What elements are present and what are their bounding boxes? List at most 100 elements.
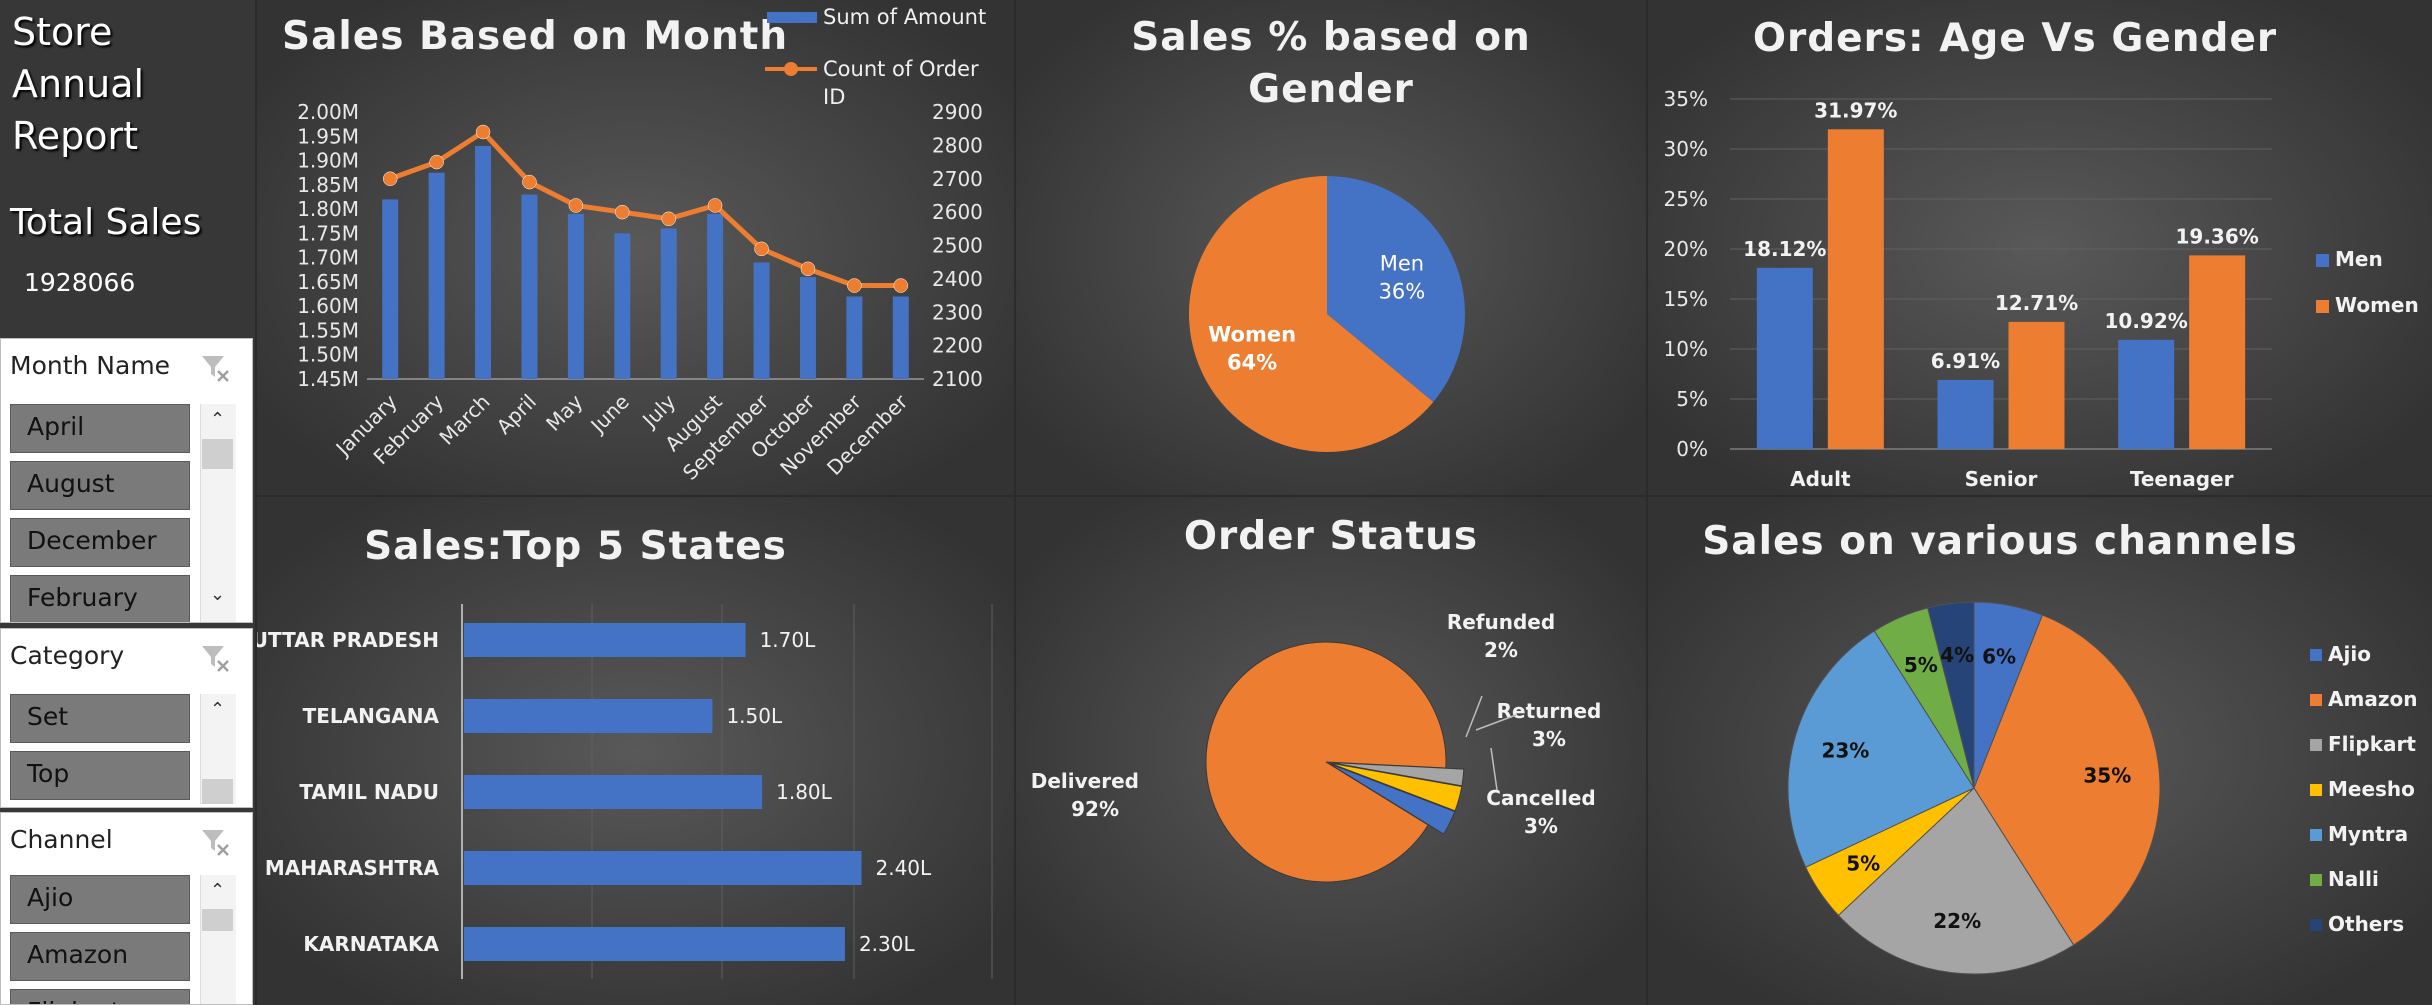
pie-label: Cancelled [1486,786,1595,810]
line-point [661,211,676,227]
pie-label: Returned [1497,699,1602,723]
bar [1937,379,1994,449]
line-point [847,278,862,293]
bar [2189,255,2246,449]
slicer-item[interactable]: Ajio [10,875,190,924]
legend-label: Women [2335,293,2419,317]
y-left-tick-label: 1.80M [297,197,359,221]
legend-swatch-marker [784,62,798,76]
y-right-tick-label: 2600 [932,200,983,224]
bar [464,623,746,657]
line-point [615,204,630,220]
slicer-item[interactable]: Flipkart [10,989,190,1004]
bar [464,775,763,809]
y-left-tick-label: 1.55M [297,318,359,342]
line-point [800,261,816,277]
y-tick-label: 35% [1664,87,1708,111]
clear-filter-icon[interactable] [200,827,230,857]
slicer-item[interactable]: Amazon [10,932,190,981]
report-title-line: Annual [12,62,145,106]
pie-value-label: 36% [1379,280,1426,304]
pie-value-label: 22% [1933,909,1981,933]
y-right-tick-label: 2300 [932,300,983,324]
slicer-item[interactable]: August [10,461,190,510]
line-point [475,124,491,140]
y-tick-label: 5% [1676,387,1708,411]
pie-value-label: 2% [1484,638,1518,662]
scrollbar-thumb[interactable] [202,909,233,931]
legend-label: Myntra [2328,822,2408,846]
x-tick-label: Teenager [2130,467,2234,491]
y-left-tick-label: 1.50M [297,343,359,367]
bar [382,199,399,379]
x-tick-label: April [492,390,541,439]
slicer-channel: Channel Ajio Amazon Flipkart ⌃ [0,812,253,1005]
slicer-item[interactable]: April [10,404,190,453]
panel-order-status: Order Status Delivered 92% Cancelled 3% Retu… [1016,497,1646,1005]
scrollbar-thumb[interactable] [202,439,233,469]
y-tick-label: 0% [1676,437,1708,461]
clear-filter-icon[interactable] [200,353,230,383]
y-tick-label: 25% [1664,187,1708,211]
y-left-tick-label: 1.70M [297,246,359,270]
panel-sales-by-month: Sales Based on Month 2.00M 1.95M 1.90M 1.85… [257,0,1014,495]
slicer-item[interactable]: February [10,575,190,622]
legend-label: Flipkart [2328,732,2416,756]
y-left-tick-label: 1.85M [297,173,359,197]
legend-label: ID [823,85,845,109]
slicer-title: Category [10,641,125,670]
pie-value-label: 3% [1532,727,1566,751]
scrollbar-thumb[interactable] [202,779,233,804]
data-label: 2.30L [859,932,916,956]
bar [2008,321,2065,449]
count-series-line [389,128,901,289]
legend-label: Amazon [2328,687,2417,711]
line-point [707,198,723,213]
panel-channels: Sales on various channels 6% 35% 22% 5% 23% 5… [1648,497,2432,1005]
bar [567,213,584,379]
slicer-title: Month Name [10,351,171,380]
y-tick-label: 20% [1664,237,1708,261]
scroll-up-icon[interactable]: ⌃ [200,409,235,430]
pie-value-label: 3% [1524,814,1558,838]
scroll-down-icon[interactable]: ⌄ [200,584,235,605]
scroll-up-icon[interactable]: ⌃ [200,699,235,720]
legend-swatch [2310,919,2322,931]
legend-swatch [2310,874,2322,886]
slicer-item[interactable]: Set [10,694,190,743]
bar [464,851,862,885]
leader-line [1490,747,1498,791]
pie-value-label: 5% [1904,653,1938,677]
data-label: 1.80L [776,780,833,804]
report-title: Store Annual Report [12,6,144,162]
panel-gender: Sales % based on Gender Men 36% Women 64% [1016,0,1646,495]
x-tick-label: June [585,390,634,439]
y-left-tick-label: 1.60M [297,294,359,318]
y-left-tick-label: 1.95M [297,124,359,148]
pie-slice [1205,641,1447,883]
line-point [429,154,444,170]
scroll-up-icon[interactable]: ⌃ [200,880,235,901]
pie-label: Men [1380,252,1424,276]
slicer-item[interactable]: Top [10,751,190,800]
slicer-item[interactable]: December [10,518,190,567]
bar [846,296,863,379]
pie-value-label: 64% [1227,350,1277,374]
clear-filter-icon[interactable] [200,643,230,673]
bar [464,927,845,961]
report-title-line: Report [12,114,138,158]
data-label: 19.36% [2176,224,2259,248]
y-tick-label: UTTAR PRADESH [257,628,439,652]
y-tick-label: 15% [1664,287,1708,311]
bar [428,172,445,379]
legend-swatch [2310,649,2322,661]
bar [753,262,770,379]
panel-top-states: Sales:Top 5 States UTTAR PRADESH 1.70L TEL… [257,497,1014,1005]
y-right-tick-label: 2500 [932,234,983,258]
legend-label: Sum of Amount [823,5,986,29]
top-states-chart: UTTAR PRADESH 1.70L TELANGANA 1.50L TAMIL NA… [257,604,993,979]
y-left-tick-label: 1.90M [297,149,359,173]
legend-label: Nalli [2328,867,2379,891]
gender-pie-chart: Men 36% Women 64% [1189,176,1465,452]
data-label: 31.97% [1814,98,1897,122]
